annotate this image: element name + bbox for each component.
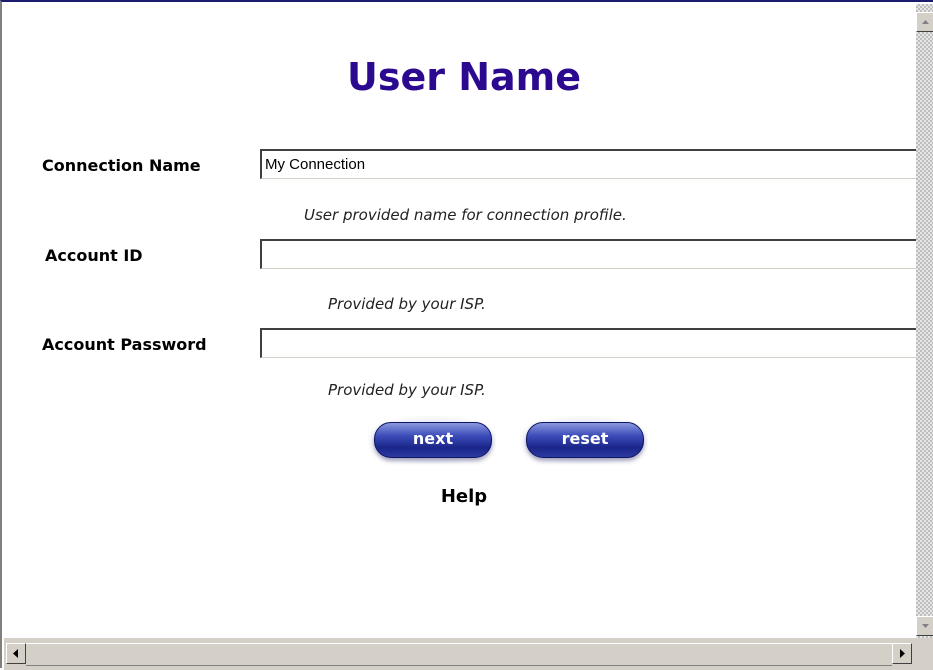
vertical-scrollbar[interactable]: [916, 4, 933, 638]
account-password-input[interactable]: [260, 328, 916, 358]
browser-frame: User Name Connection Name User provided …: [0, 0, 933, 670]
horizontal-scrollbar[interactable]: [4, 638, 916, 670]
arrow-right-icon[interactable]: [892, 643, 912, 664]
arrow-left-icon[interactable]: [6, 643, 26, 664]
arrow-down-icon[interactable]: [916, 616, 933, 636]
account-id-input[interactable]: [260, 239, 916, 269]
page-content: User Name Connection Name User provided …: [12, 6, 916, 638]
account-id-label: Account ID: [45, 246, 143, 265]
account-id-hint: Provided by your ISP.: [328, 295, 486, 313]
horizontal-scroll-thumb[interactable]: [26, 643, 892, 666]
connection-name-hint: User provided name for connection profil…: [304, 206, 627, 224]
page-title: User Name: [346, 55, 582, 99]
next-button-label: next: [374, 422, 492, 458]
connection-name-input[interactable]: [260, 149, 916, 179]
account-password-label: Account Password: [42, 335, 207, 354]
scrollbar-corner: [916, 638, 933, 670]
reset-button-label: reset: [526, 422, 644, 458]
arrow-up-icon[interactable]: [916, 12, 933, 32]
account-password-hint: Provided by your ISP.: [328, 381, 486, 399]
connection-name-label: Connection Name: [42, 156, 201, 175]
next-button[interactable]: next: [368, 416, 496, 464]
reset-button[interactable]: reset: [520, 416, 648, 464]
help-link[interactable]: Help: [12, 486, 916, 507]
